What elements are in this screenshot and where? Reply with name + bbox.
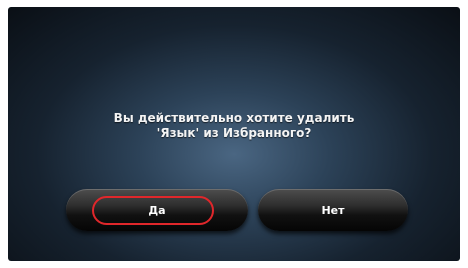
confirm-delete-screen: Вы действительно хотите удалить 'Язык' и… [8,7,460,261]
confirm-message-line-1: Вы действительно хотите удалить [113,111,355,125]
no-button[interactable]: Нет [258,189,408,231]
confirm-message: Вы действительно хотите удалить 'Язык' и… [8,111,460,141]
yes-button[interactable]: Да [66,189,248,231]
confirm-message-line-2: 'Язык' из Избранного? [156,126,312,140]
no-button-label: Нет [321,203,345,217]
yes-button-label: Да [148,203,166,217]
